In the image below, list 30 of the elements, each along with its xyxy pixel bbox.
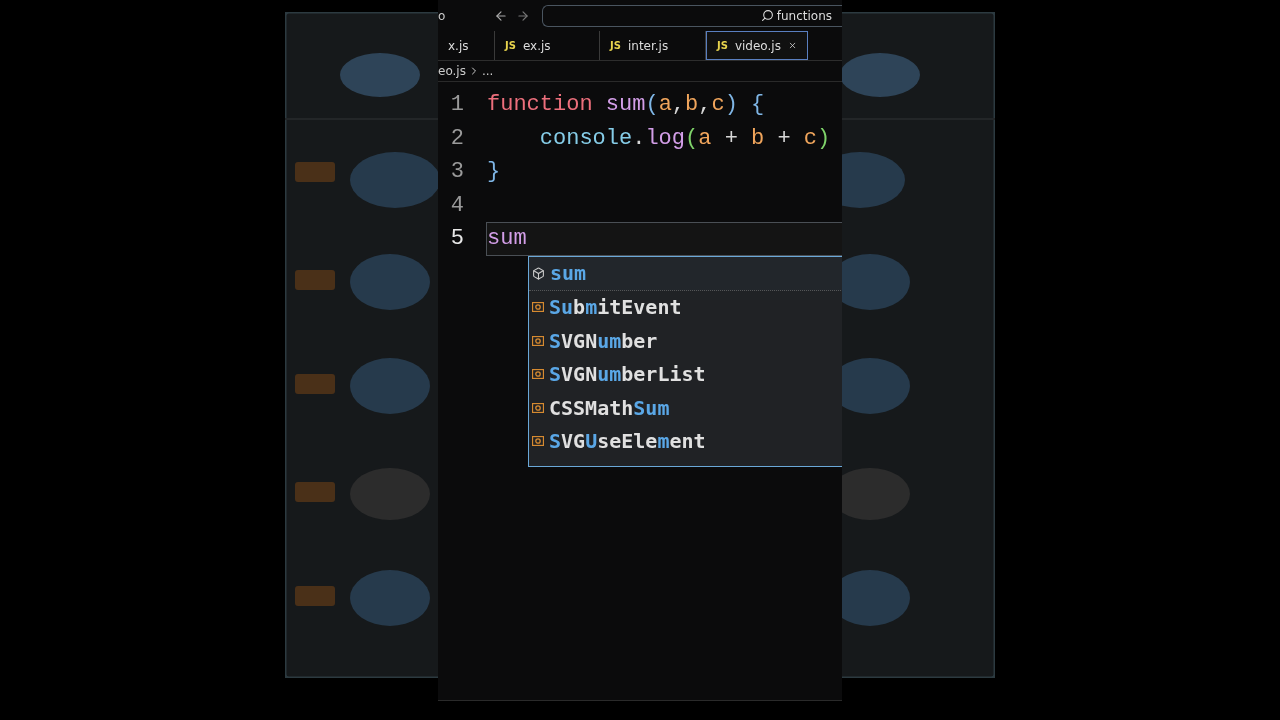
file-tab[interactable]: x.js bbox=[438, 31, 495, 60]
field-icon bbox=[532, 369, 544, 380]
suggestion-item[interactable]: SubmitEvent bbox=[529, 290, 842, 324]
suggestion-item[interactable]: SVGNumberList bbox=[529, 357, 842, 391]
search-icon bbox=[760, 9, 774, 22]
cube-icon bbox=[532, 266, 545, 280]
line-number: 3 bbox=[449, 159, 464, 185]
field-icon bbox=[532, 302, 544, 313]
field-icon bbox=[532, 402, 544, 413]
line-number: 4 bbox=[449, 192, 464, 218]
window-title: o bbox=[438, 8, 447, 23]
breadcrumb-item[interactable]: eo.js bbox=[438, 64, 466, 78]
code-text: sum bbox=[487, 226, 527, 252]
line-number: 2 bbox=[449, 125, 464, 151]
code-text: function sum(a,b,c) { bbox=[487, 92, 765, 118]
suggestion-item[interactable]: SVGNumber bbox=[529, 324, 842, 358]
search-field[interactable]: functions bbox=[542, 4, 842, 27]
breadcrumb-item[interactable]: ... bbox=[481, 64, 494, 78]
suggestion-item[interactable]: sum bbox=[529, 257, 842, 291]
line-number: 1 bbox=[449, 92, 464, 118]
forward-arrow-icon bbox=[516, 8, 530, 23]
suggestion-item[interactable]: CSSMathSum bbox=[529, 391, 842, 425]
file-tab[interactable]: JS ex.js bbox=[495, 31, 600, 60]
code-text: console.log(a + b + c) bbox=[538, 125, 831, 151]
suggestion-item[interactable]: SVGUseElement bbox=[529, 424, 842, 458]
field-icon bbox=[532, 335, 544, 346]
file-tab[interactable]: JS video.js bbox=[706, 31, 808, 60]
code-text: } bbox=[487, 159, 501, 185]
line-number: 5 bbox=[449, 226, 464, 252]
field-icon bbox=[532, 436, 544, 447]
